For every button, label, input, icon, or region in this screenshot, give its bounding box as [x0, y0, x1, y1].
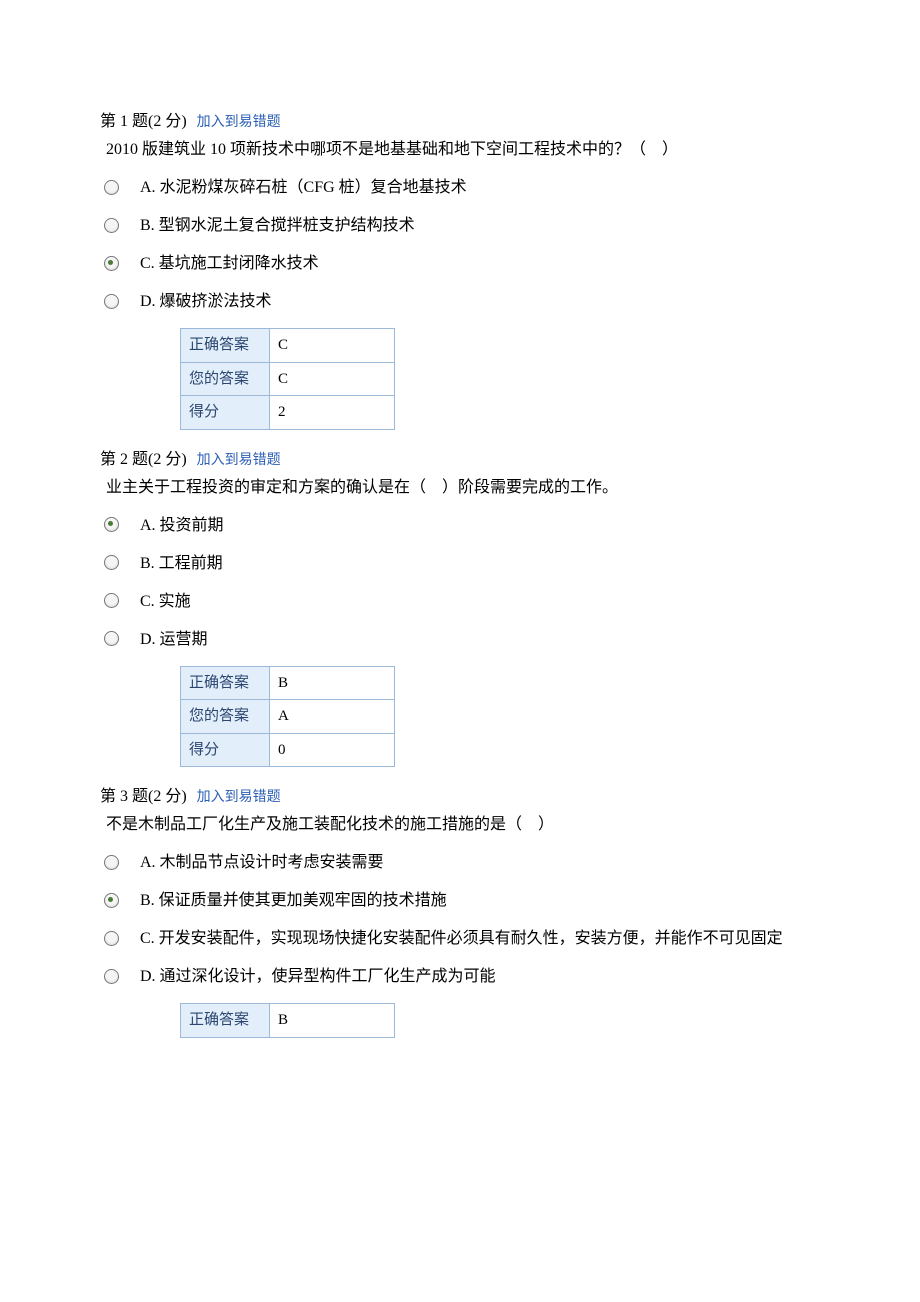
question-text: 2010 版建筑业 10 项新技术中哪项不是地基基础和地下空间工程技术中的？（ …	[106, 138, 820, 162]
table-row: 您的答案 A	[181, 700, 395, 734]
question-header: 第 1 题(2 分) 加入到易错题	[100, 110, 820, 134]
radio-wrap	[100, 256, 140, 271]
radio-icon[interactable]	[104, 218, 119, 233]
option-label: D. 爆破挤淤法技术	[140, 288, 820, 314]
question-2: 第 2 题(2 分) 加入到易错题 业主关于工程投资的审定和方案的确认是在（ ）…	[100, 448, 820, 768]
answer-row-label: 正确答案	[181, 329, 270, 363]
radio-wrap	[100, 180, 140, 195]
option-a[interactable]: A. 水泥粉煤灰碎石桩（CFG 桩）复合地基技术	[100, 174, 820, 200]
answer-table: 正确答案 C 您的答案 C 得分 2	[180, 328, 395, 430]
option-label: B. 保证质量并使其更加美观牢固的技术措施	[140, 887, 820, 913]
radio-icon[interactable]	[104, 555, 119, 570]
radio-icon[interactable]	[104, 517, 119, 532]
option-c[interactable]: C. 实施	[100, 588, 820, 614]
answer-row-value: B	[270, 666, 395, 700]
question-3: 第 3 题(2 分) 加入到易错题 不是木制品工厂化生产及施工装配化技术的施工措…	[100, 785, 820, 1038]
answer-row-label: 您的答案	[181, 700, 270, 734]
answer-row-value: A	[270, 700, 395, 734]
radio-wrap	[100, 855, 140, 870]
radio-icon[interactable]	[104, 256, 119, 271]
answer-table: 正确答案 B	[180, 1003, 395, 1038]
option-label: C. 基坑施工封闭降水技术	[140, 250, 820, 276]
option-label: A. 水泥粉煤灰碎石桩（CFG 桩）复合地基技术	[140, 174, 820, 200]
option-label: A. 投资前期	[140, 512, 820, 538]
option-label: A. 木制品节点设计时考虑安装需要	[140, 849, 820, 875]
option-d[interactable]: D. 运营期	[100, 626, 820, 652]
answer-row-value: 2	[270, 396, 395, 430]
add-to-wrongbook-link[interactable]: 加入到易错题	[197, 115, 281, 130]
radio-wrap	[100, 631, 140, 646]
radio-icon[interactable]	[104, 631, 119, 646]
answer-row-label: 您的答案	[181, 362, 270, 396]
option-a[interactable]: A. 投资前期	[100, 512, 820, 538]
question-number-points: 第 1 题(2 分)	[100, 113, 187, 130]
question-text: 业主关于工程投资的审定和方案的确认是在（ ）阶段需要完成的工作。	[106, 476, 820, 500]
answer-table: 正确答案 B 您的答案 A 得分 0	[180, 666, 395, 768]
radio-icon[interactable]	[104, 294, 119, 309]
question-header: 第 2 题(2 分) 加入到易错题	[100, 448, 820, 472]
table-row: 得分 2	[181, 396, 395, 430]
option-d[interactable]: D. 爆破挤淤法技术	[100, 288, 820, 314]
radio-wrap	[100, 517, 140, 532]
question-text: 不是木制品工厂化生产及施工装配化技术的施工措施的是（ ）	[106, 813, 820, 837]
question-number-points: 第 3 题(2 分)	[100, 788, 187, 805]
table-row: 您的答案 C	[181, 362, 395, 396]
answer-row-label: 正确答案	[181, 1004, 270, 1038]
question-header: 第 3 题(2 分) 加入到易错题	[100, 785, 820, 809]
radio-icon[interactable]	[104, 931, 119, 946]
option-c[interactable]: C. 开发安装配件，实现现场快捷化安装配件必须具有耐久性，安装方便，并能作不可见…	[100, 925, 820, 951]
option-label: D. 运营期	[140, 626, 820, 652]
answer-row-value: C	[270, 362, 395, 396]
option-d[interactable]: D. 通过深化设计，使异型构件工厂化生产成为可能	[100, 963, 820, 989]
answer-row-value: 0	[270, 733, 395, 767]
question-1: 第 1 题(2 分) 加入到易错题 2010 版建筑业 10 项新技术中哪项不是…	[100, 110, 820, 430]
radio-icon[interactable]	[104, 855, 119, 870]
radio-wrap	[100, 969, 140, 984]
option-label: C. 开发安装配件，实现现场快捷化安装配件必须具有耐久性，安装方便，并能作不可见…	[140, 925, 820, 951]
option-label: D. 通过深化设计，使异型构件工厂化生产成为可能	[140, 963, 820, 989]
option-label: B. 工程前期	[140, 550, 820, 576]
option-label: C. 实施	[140, 588, 820, 614]
radio-wrap	[100, 294, 140, 309]
add-to-wrongbook-link[interactable]: 加入到易错题	[197, 790, 281, 805]
radio-wrap	[100, 218, 140, 233]
radio-wrap	[100, 931, 140, 946]
answer-row-value: B	[270, 1004, 395, 1038]
add-to-wrongbook-link[interactable]: 加入到易错题	[197, 453, 281, 468]
option-b[interactable]: B. 型钢水泥土复合搅拌桩支护结构技术	[100, 212, 820, 238]
radio-wrap	[100, 593, 140, 608]
answer-row-label: 得分	[181, 396, 270, 430]
option-a[interactable]: A. 木制品节点设计时考虑安装需要	[100, 849, 820, 875]
option-b[interactable]: B. 保证质量并使其更加美观牢固的技术措施	[100, 887, 820, 913]
table-row: 正确答案 B	[181, 666, 395, 700]
table-row: 得分 0	[181, 733, 395, 767]
radio-icon[interactable]	[104, 180, 119, 195]
radio-icon[interactable]	[104, 893, 119, 908]
radio-icon[interactable]	[104, 593, 119, 608]
radio-icon[interactable]	[104, 969, 119, 984]
radio-wrap	[100, 893, 140, 908]
option-b[interactable]: B. 工程前期	[100, 550, 820, 576]
answer-row-value: C	[270, 329, 395, 363]
answer-row-label: 正确答案	[181, 666, 270, 700]
question-number-points: 第 2 题(2 分)	[100, 451, 187, 468]
table-row: 正确答案 B	[181, 1004, 395, 1038]
radio-wrap	[100, 555, 140, 570]
option-label: B. 型钢水泥土复合搅拌桩支护结构技术	[140, 212, 820, 238]
table-row: 正确答案 C	[181, 329, 395, 363]
option-c[interactable]: C. 基坑施工封闭降水技术	[100, 250, 820, 276]
answer-row-label: 得分	[181, 733, 270, 767]
